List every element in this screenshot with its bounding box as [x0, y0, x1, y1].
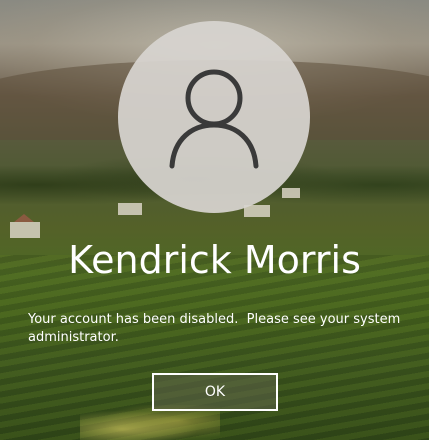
user-avatar [118, 21, 310, 213]
house-1-roof [14, 214, 34, 222]
account-disabled-message: Your account has been disabled. Please s… [28, 312, 405, 345]
user-silhouette-icon [169, 69, 259, 169]
ok-button[interactable]: OK [152, 373, 278, 411]
user-name: Kendrick Morris [68, 238, 361, 282]
